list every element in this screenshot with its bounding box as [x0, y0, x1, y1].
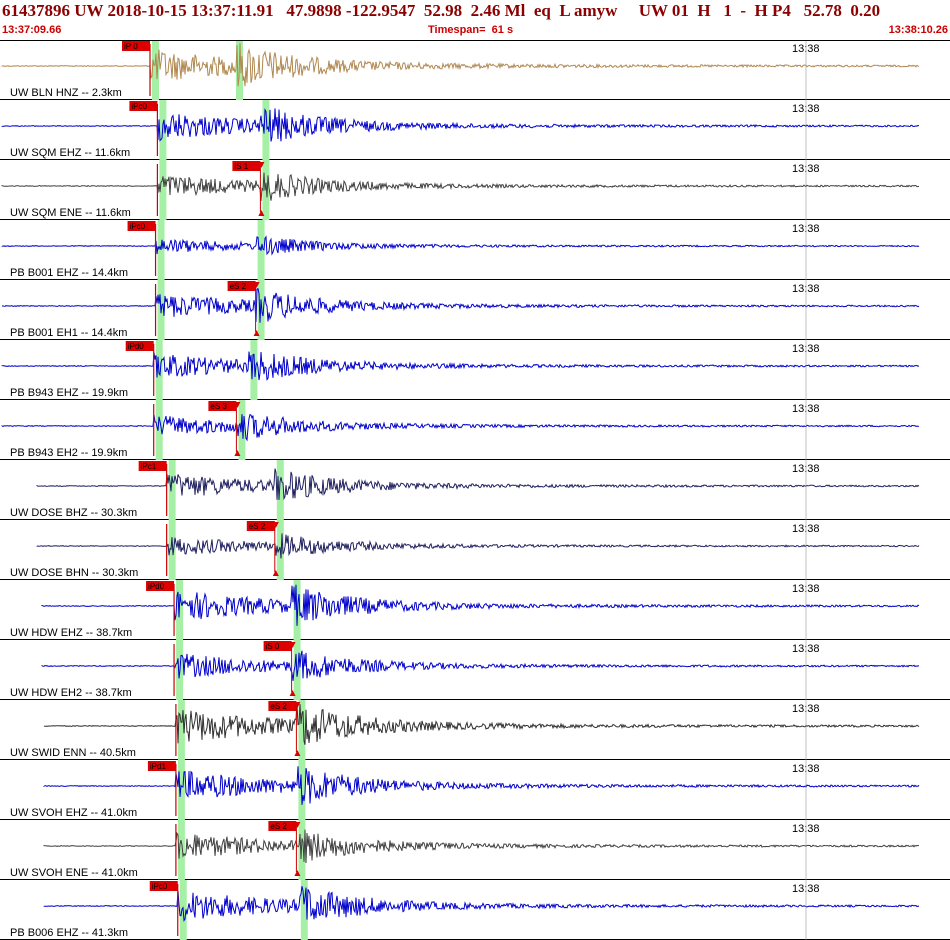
station-label: UW SWID ENN -- 40.5km — [10, 747, 136, 759]
pick-tag-label: iPc0 — [131, 102, 147, 111]
pick-tag-label: iS 0 — [266, 642, 280, 651]
pick-tag-label: iPc0 — [152, 882, 168, 891]
station-label: UW DOSE BHN -- 30.3km — [10, 567, 138, 579]
station-label: UW SQM EHZ -- 11.6km — [10, 147, 130, 159]
waveform-trace — [43, 703, 920, 745]
waveform-trace — [43, 886, 920, 922]
seismogram-panel[interactable]: iP 0 13:38UW BLN HNZ -- 2.3kmiPc0 13:38UW … — [0, 40, 950, 940]
station-label: UW SQM ENE -- 11.6km — [10, 207, 131, 219]
p-phase-band — [177, 760, 185, 820]
station-label: PB B943 EHZ -- 19.9km — [10, 387, 128, 399]
pick-tag-label: eS 3 — [210, 402, 227, 411]
pick-tag-label: eS 2 — [270, 702, 287, 711]
pick-tag-label: eS 2 — [230, 282, 247, 291]
s-phase-band — [238, 400, 246, 460]
station-label: PB B006 EHZ -- 41.3km — [10, 927, 128, 939]
station-label: UW SVOH ENE -- 41.0km — [10, 867, 138, 879]
pick-tag-label: iPd1 — [150, 762, 167, 771]
waveform-trace — [43, 766, 920, 805]
start-time: 13:37:09.66 — [2, 24, 62, 36]
waveform-trace — [43, 829, 920, 864]
station-label: UW HDW EHZ -- 38.7km — [10, 627, 132, 639]
waveform-trace — [1, 235, 920, 256]
header: 61437896 UW 2018-10-15 13:37:11.91 47.98… — [0, 0, 950, 40]
pick-tag-label: iS 1 — [234, 162, 248, 171]
station-label: PB B001 EH1 -- 14.4km — [10, 327, 127, 339]
waveform-trace — [1, 108, 920, 142]
waveform-trace — [1, 172, 920, 201]
end-time: 13:38:10.26 — [888, 24, 948, 36]
station-label: UW SVOH EHZ -- 41.0km — [10, 807, 137, 819]
station-label: UW BLN HNZ -- 2.3km — [10, 87, 122, 99]
station-label: UW HDW EH2 -- 38.7km — [10, 687, 132, 699]
timespan-label: Timespan= 61 s — [428, 24, 514, 36]
pick-tag-label: iP 0 — [124, 42, 138, 51]
pick-tag-label: iPd0 — [148, 582, 165, 591]
p-phase-band — [157, 220, 165, 280]
waveform-trace — [1, 413, 920, 442]
pick-tag-label: eS 2 — [270, 822, 287, 831]
event-title: 61437896 UW 2018-10-15 13:37:11.91 47.98… — [2, 1, 881, 20]
pick-tag-label: iPd0 — [128, 342, 145, 351]
pick-tag-label: iPc1 — [141, 462, 157, 471]
station-label: PB B943 EH2 -- 19.9km — [10, 447, 127, 459]
station-label: UW DOSE BHZ -- 30.3km — [10, 507, 137, 519]
pick-tag-label: eS 2 — [249, 522, 266, 531]
p-phase-band — [168, 460, 176, 520]
waveform-trace — [1, 288, 920, 323]
station-label: PB B001 EHZ -- 14.4km — [10, 267, 128, 279]
waveform-trace — [1, 351, 920, 381]
pick-tag-label: iPc0 — [130, 222, 146, 231]
